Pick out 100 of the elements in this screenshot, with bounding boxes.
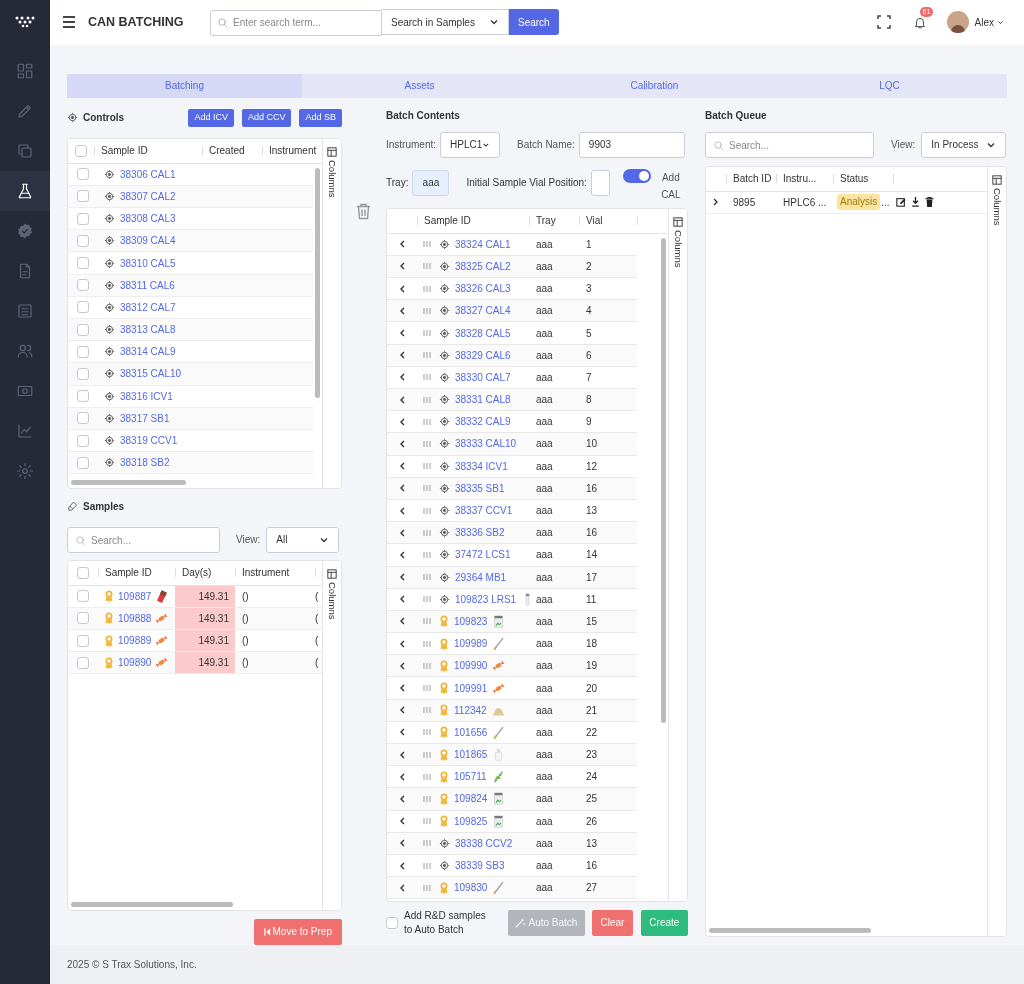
chevron-left-icon[interactable] <box>399 417 405 426</box>
search-field[interactable]: Search... <box>67 527 220 554</box>
sample-link[interactable]: 38310 CAL5 <box>120 255 176 271</box>
sample-link[interactable]: 38336 SB2 <box>455 525 505 541</box>
menu-icon[interactable] <box>62 16 76 29</box>
drag-handle-icon[interactable] <box>423 352 431 359</box>
drag-handle-icon[interactable] <box>423 529 431 536</box>
columns-tab[interactable]: Columns <box>668 208 687 901</box>
scrollbar[interactable] <box>315 167 320 398</box>
tray-field[interactable]: aaa <box>412 169 450 196</box>
checkbox[interactable] <box>77 367 89 380</box>
sample-link[interactable]: 37472 LCS1 <box>455 547 511 563</box>
checkbox[interactable] <box>77 168 89 181</box>
chevron-left-icon[interactable] <box>399 306 405 315</box>
sidebar-item[interactable] <box>0 171 50 211</box>
sample-link[interactable]: 38333 CAL10 <box>455 436 517 452</box>
chevron-left-icon[interactable] <box>399 240 405 249</box>
sample-link[interactable]: 109887 <box>118 588 152 604</box>
drag-handle-icon[interactable] <box>423 485 431 492</box>
sample-link[interactable]: 38319 CCV1 <box>120 433 178 449</box>
sample-link[interactable]: 109890 <box>118 655 152 671</box>
column-header[interactable]: Day(s) <box>182 565 212 581</box>
checkbox[interactable] <box>77 212 89 225</box>
checkbox[interactable] <box>386 916 398 929</box>
chevron-left-icon[interactable] <box>399 395 405 404</box>
drag-handle-icon[interactable] <box>423 818 431 825</box>
checkbox[interactable] <box>77 656 89 669</box>
sample-link[interactable]: 38334 ICV1 <box>455 458 508 474</box>
add-button[interactable]: Add SB <box>299 108 342 127</box>
checkbox[interactable] <box>77 566 89 579</box>
checkbox[interactable] <box>77 612 89 625</box>
sample-link[interactable]: 38332 CAL9 <box>455 414 511 430</box>
scrollbar[interactable] <box>71 479 186 485</box>
checkbox[interactable] <box>77 456 89 469</box>
drag-handle-icon[interactable] <box>423 574 431 581</box>
fullscreen-icon[interactable] <box>876 15 891 30</box>
scrollbar[interactable] <box>71 901 233 907</box>
chevron-left-icon[interactable] <box>399 506 405 515</box>
sample-link[interactable]: 101865 <box>454 747 488 763</box>
column-header[interactable]: Vial <box>586 213 603 229</box>
sample-link[interactable]: 38326 CAL3 <box>455 281 511 297</box>
checkbox[interactable] <box>77 434 89 447</box>
checkbox[interactable] <box>77 279 89 292</box>
sample-link[interactable]: 109989 <box>454 636 488 652</box>
edit-icon[interactable] <box>895 197 906 208</box>
chevron-left-icon[interactable] <box>399 484 405 493</box>
sample-link[interactable]: 112342 <box>454 702 487 718</box>
sample-link[interactable]: 38314 CAL9 <box>120 344 176 360</box>
chevron-left-icon[interactable] <box>399 794 405 803</box>
drag-handle-icon[interactable] <box>423 263 431 270</box>
drag-handle-icon[interactable] <box>423 662 431 669</box>
drag-handle-icon[interactable] <box>423 751 431 758</box>
drag-handle-icon[interactable] <box>423 463 431 470</box>
sample-link[interactable]: 38337 CCV1 <box>455 503 513 519</box>
sample-link[interactable]: 38309 CAL4 <box>120 233 176 249</box>
chevron-left-icon[interactable] <box>399 439 405 448</box>
columns-tab[interactable]: Columns <box>987 166 1006 936</box>
toggle-switch[interactable] <box>622 168 651 183</box>
instrument-dropdown[interactable]: HPLC1 <box>440 131 501 158</box>
sample-link[interactable]: 38325 CAL2 <box>455 258 511 274</box>
column-header[interactable]: Tray <box>536 213 556 229</box>
chevron-left-icon[interactable] <box>399 639 405 648</box>
chevron-left-icon[interactable] <box>399 817 405 826</box>
chevron-left-icon[interactable] <box>399 883 405 892</box>
drag-handle-icon[interactable] <box>423 707 431 714</box>
column-header[interactable]: Instrument <box>242 565 290 581</box>
chevron-left-icon[interactable] <box>399 351 405 360</box>
chevron-left-icon[interactable] <box>399 262 405 271</box>
drag-handle-icon[interactable] <box>423 862 431 869</box>
search-field[interactable]: Search... <box>705 132 874 159</box>
checkbox[interactable] <box>77 190 89 203</box>
vial-position-field[interactable] <box>590 169 610 196</box>
checkbox[interactable] <box>77 345 89 358</box>
chevron-left-icon[interactable] <box>399 728 405 737</box>
drag-handle-icon[interactable] <box>423 551 431 558</box>
chevron-left-icon[interactable] <box>399 528 405 537</box>
sample-link[interactable]: 38331 CAL8 <box>455 392 511 408</box>
drag-handle-icon[interactable] <box>423 795 431 802</box>
sample-link[interactable]: 109830 <box>454 880 488 896</box>
chevron-left-icon[interactable] <box>399 661 405 670</box>
sample-link[interactable]: 38311 CAL6 <box>120 277 175 293</box>
sample-link[interactable]: 109990 <box>454 658 488 674</box>
sample-link[interactable]: 38328 CAL5 <box>455 325 511 341</box>
drag-handle-icon[interactable] <box>423 330 431 337</box>
sample-link[interactable]: 101656 <box>454 724 488 740</box>
checkbox[interactable] <box>77 634 89 647</box>
sample-link[interactable]: 38330 CAL7 <box>455 369 511 385</box>
column-header[interactable]: Batch ID <box>733 171 772 187</box>
sample-link[interactable]: 38327 CAL4 <box>455 303 511 319</box>
download-icon[interactable] <box>910 197 920 208</box>
chevron-left-icon[interactable] <box>399 839 405 848</box>
chevron-left-icon[interactable] <box>399 462 405 471</box>
checkbox[interactable] <box>77 323 89 336</box>
checkbox[interactable] <box>77 234 89 247</box>
sample-link[interactable]: 109991 <box>454 680 488 696</box>
chevron-left-icon[interactable] <box>399 329 405 338</box>
scrollbar[interactable] <box>661 237 666 723</box>
drag-handle-icon[interactable] <box>423 374 431 381</box>
drag-handle-icon[interactable] <box>423 507 431 514</box>
drag-handle-icon[interactable] <box>423 440 431 447</box>
